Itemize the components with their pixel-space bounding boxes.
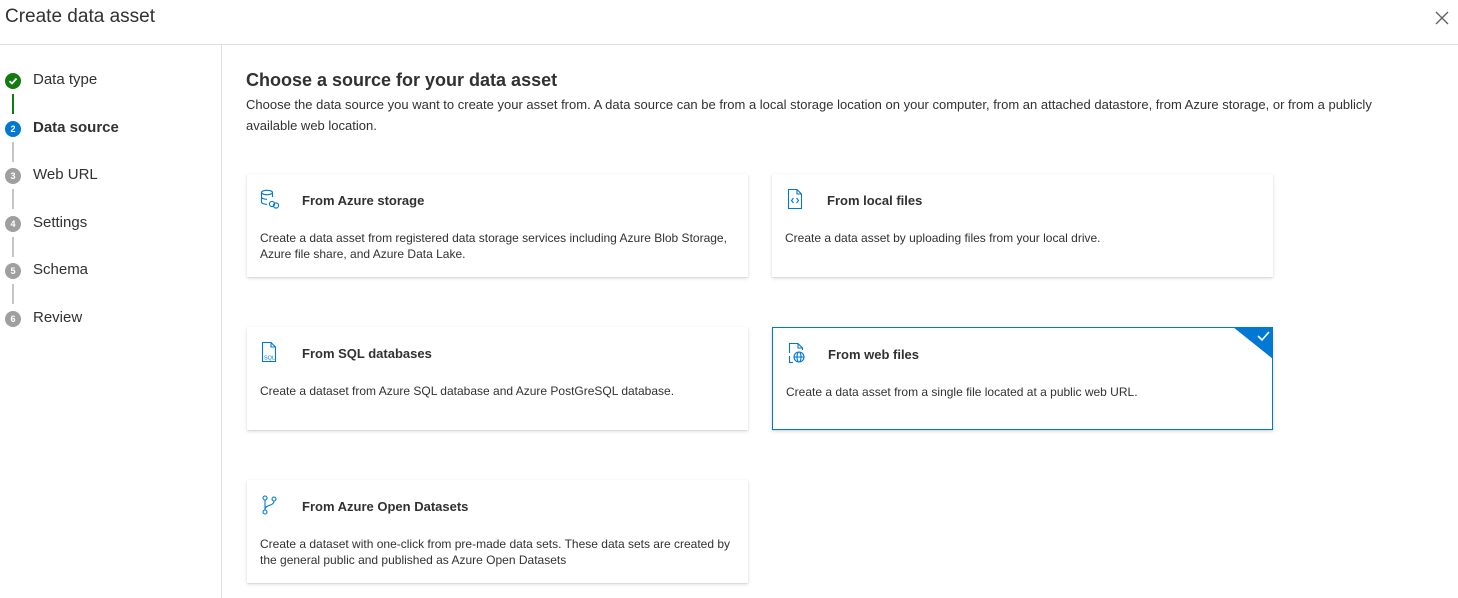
source-card-azure-open-datasets[interactable]: From Azure Open Datasets Create a datase… (247, 480, 748, 583)
sql-file-icon: SQL (259, 341, 281, 363)
code-file-icon (784, 188, 806, 210)
step-connector (12, 237, 14, 257)
step-schema[interactable]: 5 Schema (0, 258, 220, 284)
database-link-icon (259, 188, 281, 210)
card-description: Create a dataset from Azure SQL database… (260, 384, 675, 398)
close-button[interactable] (1430, 6, 1454, 30)
step-connector (12, 189, 14, 209)
source-card-azure-storage[interactable]: From Azure storage Create a data asset f… (247, 174, 748, 277)
step-label: Web URL (33, 166, 98, 183)
step-connector (12, 142, 14, 162)
branch-icon (259, 494, 281, 516)
close-icon (1435, 11, 1449, 25)
source-card-sql-databases[interactable]: SQL From SQL databases Create a dataset … (247, 327, 748, 430)
card-description: Create a data asset by uploading files f… (785, 231, 1101, 245)
dialog-title: Create data asset (5, 6, 155, 27)
step-connector (12, 284, 14, 304)
card-title: From Azure Open Datasets (302, 499, 469, 514)
section-description: Choose the data source you want to creat… (246, 97, 1372, 133)
source-card-web-files[interactable]: From web files Create a data asset from … (772, 327, 1273, 430)
dialog-header: Create data asset (0, 0, 1458, 45)
card-description: Create a data asset from a single file l… (786, 385, 1138, 399)
step-number-badge: 5 (5, 263, 21, 279)
step-data-source[interactable]: 2 Data source (0, 116, 220, 142)
step-connector (12, 94, 14, 114)
card-description: Create a data asset from registered data… (260, 231, 727, 261)
step-settings[interactable]: 4 Settings (0, 211, 220, 237)
step-label: Schema (33, 261, 89, 278)
card-title: From Azure storage (302, 193, 425, 208)
step-number-badge: 4 (5, 216, 21, 232)
step-label: Data source (33, 119, 119, 136)
card-description: Create a dataset with one-click from pre… (260, 537, 731, 567)
step-label: Settings (33, 214, 88, 231)
step-number-badge: 2 (5, 121, 21, 137)
globe-file-icon (785, 342, 807, 364)
wizard-steps: Data type 2 Data source 3 Web URL 4 Sett… (0, 45, 222, 598)
selected-checkmark-icon (1233, 327, 1273, 359)
card-title: From SQL databases (302, 346, 432, 361)
step-number-badge: 6 (5, 311, 21, 327)
step-web-url[interactable]: 3 Web URL (0, 163, 220, 189)
source-card-local-files[interactable]: From local files Create a data asset by … (772, 174, 1273, 277)
section-title: Choose a source for your data asset (246, 70, 558, 90)
card-title: From web files (828, 347, 920, 362)
step-label: Review (33, 309, 83, 326)
card-title: From local files (827, 193, 923, 208)
step-complete-icon (5, 73, 21, 89)
svg-text:SQL: SQL (264, 356, 275, 362)
step-review[interactable]: 6 Review (0, 306, 220, 332)
step-number-badge: 3 (5, 168, 21, 184)
step-label: Data type (33, 71, 98, 88)
step-data-type[interactable]: Data type (0, 68, 220, 94)
